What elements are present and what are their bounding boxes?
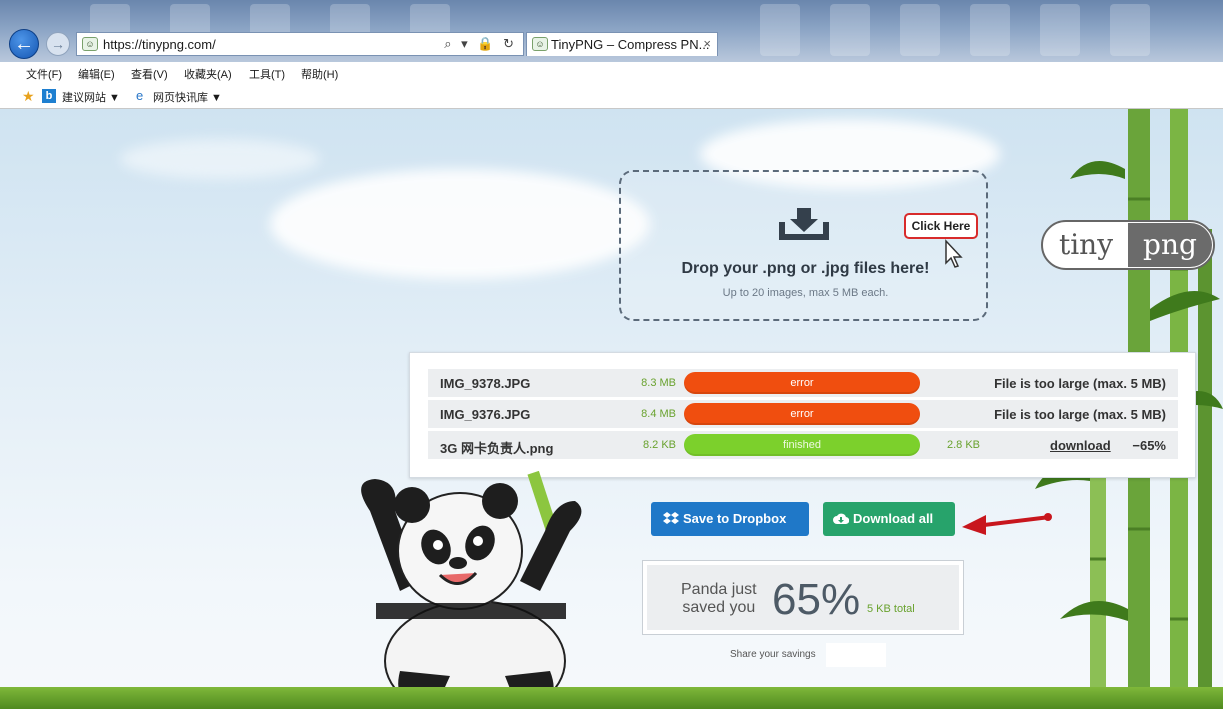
status-bar-finished: finished bbox=[684, 434, 920, 456]
address-bar[interactable]: ☺ https://tinypng.com/ ⌕ ▾ 🔒 ↻ bbox=[76, 32, 524, 56]
menu-view[interactable]: 查看(V) bbox=[131, 66, 168, 82]
logo-tiny-text: tiny bbox=[1059, 228, 1113, 261]
arrow-right-icon: → bbox=[51, 36, 65, 52]
file-name: IMG_9376.JPG bbox=[440, 407, 531, 422]
menu-file[interactable]: 文件(F) bbox=[26, 66, 62, 82]
tab-title: TinyPNG – Compress PN... bbox=[551, 37, 710, 52]
table-row: IMG_9378.JPG 8.3 MB error File is too la… bbox=[428, 369, 1178, 397]
panda-mascot bbox=[361, 471, 582, 709]
menu-help[interactable]: 帮助(H) bbox=[301, 66, 338, 82]
status-bar-error: error bbox=[684, 403, 920, 425]
tinypng-page: Drop your .png or .jpg files here! Up to… bbox=[0, 109, 1223, 709]
tab-tinypng[interactable]: ☺ TinyPNG – Compress PN... × bbox=[526, 32, 718, 56]
favorites-star-icon[interactable]: ★ bbox=[22, 88, 35, 105]
table-row: 3G 网卡负责人.png 8.2 KB finished 2.8 KB down… bbox=[428, 431, 1178, 459]
savings-percent: −65% bbox=[1132, 438, 1166, 453]
favorites-bar: ★ b 建议网站 ▼ e 网页快讯库 ▼ bbox=[0, 84, 1223, 109]
download-tray-icon bbox=[779, 208, 829, 240]
download-all-button[interactable]: Download all bbox=[823, 502, 955, 536]
file-size: 8.2 KB bbox=[642, 439, 676, 451]
mouse-cursor-icon bbox=[945, 239, 963, 268]
close-icon[interactable]: × bbox=[703, 36, 711, 51]
dropzone-subtitle: Up to 20 images, max 5 MB each. bbox=[722, 287, 889, 299]
url-text[interactable]: https://tinypng.com/ bbox=[103, 37, 216, 52]
tinypng-logo: tiny png bbox=[1041, 220, 1215, 270]
share-buttons-area[interactable] bbox=[826, 643, 886, 667]
results-panel: IMG_9378.JPG 8.3 MB error File is too la… bbox=[409, 352, 1196, 478]
address-tools-icon[interactable]: ⌕ ▾ 🔒 ↻ bbox=[444, 36, 517, 52]
background-window-thumb bbox=[830, 4, 870, 56]
forward-button[interactable]: → bbox=[46, 32, 70, 56]
savings-label-line1: Panda just bbox=[681, 581, 757, 598]
download-all-label: Download all bbox=[853, 511, 934, 526]
grass-strip bbox=[0, 687, 1223, 709]
savings-summary: Panda just saved you 65% 5 KB total bbox=[642, 560, 964, 635]
background-window-thumb bbox=[970, 4, 1010, 56]
download-link[interactable]: download bbox=[1050, 438, 1111, 453]
menu-edit[interactable]: 编辑(E) bbox=[78, 66, 115, 82]
cloud-download-icon bbox=[833, 513, 849, 525]
menu-tools[interactable]: 工具(T) bbox=[249, 66, 285, 82]
file-dropzone[interactable]: Drop your .png or .jpg files here! Up to… bbox=[619, 170, 988, 321]
ie-icon: e bbox=[136, 88, 144, 103]
status-bar-error: error bbox=[684, 372, 920, 394]
savings-percent-large: 65% bbox=[772, 575, 861, 624]
dropbox-icon bbox=[663, 512, 679, 524]
back-button[interactable]: ← bbox=[9, 29, 39, 59]
file-size: 8.3 MB bbox=[641, 377, 676, 389]
bing-icon: b bbox=[42, 89, 56, 103]
dropbox-button-label: Save to Dropbox bbox=[683, 511, 787, 526]
cloud bbox=[120, 139, 320, 179]
savings-total: 5 KB total bbox=[867, 603, 915, 615]
panda-favicon-icon: ☺ bbox=[82, 37, 98, 51]
file-name: 3G 网卡负责人.png bbox=[440, 441, 554, 456]
background-window-thumb bbox=[900, 4, 940, 56]
menu-bar: 文件(F) 编辑(E) 查看(V) 收藏夹(A) 工具(T) 帮助(H) bbox=[0, 62, 1223, 84]
cloud bbox=[270, 169, 650, 279]
compressed-size: 2.8 KB bbox=[947, 439, 981, 451]
click-here-callout: Click Here bbox=[904, 213, 978, 239]
savings-label-line2: saved you bbox=[682, 599, 756, 616]
red-arrow-annotation bbox=[962, 513, 1052, 535]
save-to-dropbox-button[interactable]: Save to Dropbox bbox=[651, 502, 809, 536]
share-savings-text: Share your savings bbox=[730, 649, 816, 660]
table-row: IMG_9376.JPG 8.4 MB error File is too la… bbox=[428, 400, 1178, 428]
menu-favorites[interactable]: 收藏夹(A) bbox=[184, 66, 232, 82]
savings-summary-inner: Panda just saved you 65% 5 KB total bbox=[647, 565, 959, 630]
file-size: 8.4 MB bbox=[641, 408, 676, 420]
background-window-thumb bbox=[760, 4, 800, 56]
browser-title-bar: ← → ☺ https://tinypng.com/ ⌕ ▾ 🔒 ↻ ☺ Tin… bbox=[0, 0, 1223, 62]
savings-label: Panda just saved you bbox=[681, 581, 757, 617]
favorite-suggested-sites[interactable]: 建议网站 ▼ bbox=[62, 89, 120, 105]
dropzone-title: Drop your .png or .jpg files here! bbox=[681, 260, 930, 277]
error-message: File is too large (max. 5 MB) bbox=[994, 376, 1166, 391]
error-message: File is too large (max. 5 MB) bbox=[994, 407, 1166, 422]
favorite-web-slices[interactable]: 网页快讯库 ▼ bbox=[153, 89, 222, 105]
logo-png-text: png bbox=[1143, 228, 1197, 261]
background-window-thumb bbox=[1110, 4, 1150, 56]
arrow-left-icon: ← bbox=[14, 33, 34, 55]
panda-favicon-icon: ☺ bbox=[532, 37, 548, 51]
file-name: IMG_9378.JPG bbox=[440, 376, 531, 391]
background-window-thumb bbox=[1040, 4, 1080, 56]
